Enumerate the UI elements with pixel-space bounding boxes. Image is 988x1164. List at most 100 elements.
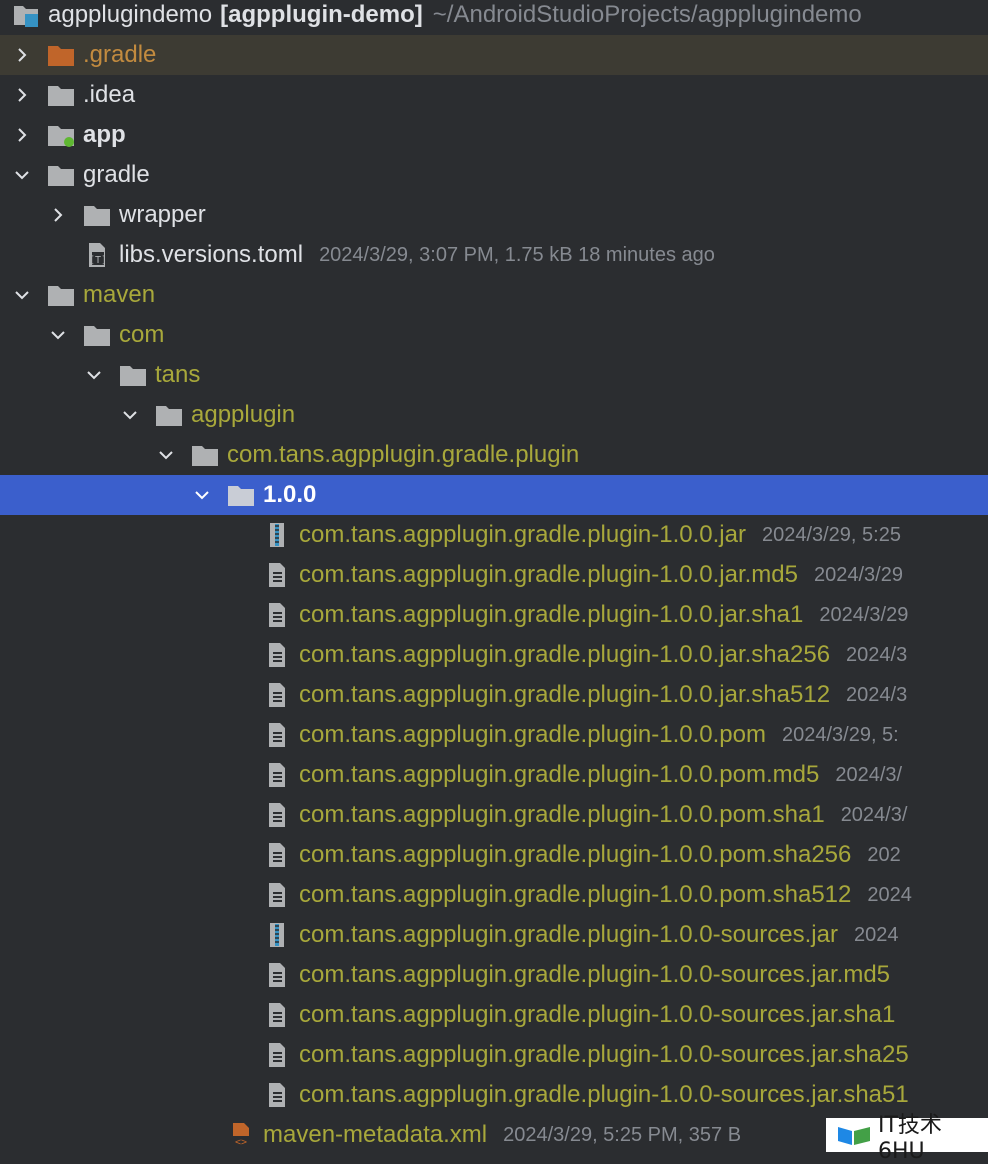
project-name: agpplugindemo [48,1,213,28]
folder-icon [191,442,219,468]
project-module: [agpplugin-demo] [220,1,423,28]
module-name: app [83,121,126,148]
chevron-right-icon[interactable] [11,44,33,66]
file-name: com.tans.agpplugin.gradle.plugin-1.0.0.j… [299,521,746,548]
file-meta: 2024 [853,923,899,946]
tree-row-file[interactable]: com.tans.agpplugin.gradle.plugin-1.0.0.p… [0,755,988,795]
tree-row-file[interactable]: com.tans.agpplugin.gradle.plugin-1.0.0-s… [0,955,988,995]
text-file-icon [263,682,291,708]
file-name: com.tans.agpplugin.gradle.plugin-1.0.0.p… [299,721,766,748]
file-name: com.tans.agpplugin.gradle.plugin-1.0.0-s… [299,1001,896,1028]
folder-name: tans [155,361,201,388]
file-name: com.tans.agpplugin.gradle.plugin-1.0.0-s… [299,1041,909,1068]
file-name: libs.versions.toml [119,241,304,268]
folder-icon [119,362,147,388]
chevron-right-icon[interactable] [11,124,33,146]
folder-name: com [119,321,165,348]
tree-row-wrapper[interactable]: wrapper [0,195,988,235]
file-meta: 2024/3/ [840,803,908,826]
file-name: com.tans.agpplugin.gradle.plugin-1.0.0-s… [299,1081,909,1108]
folder-name: gradle [83,161,150,188]
tree-row-file[interactable]: com.tans.agpplugin.gradle.plugin-1.0.0.p… [0,875,988,915]
tree-row-com[interactable]: com [0,315,988,355]
folder-name: .idea [83,81,136,108]
tree-row-file[interactable]: com.tans.agpplugin.gradle.plugin-1.0.0-s… [0,995,988,1035]
text-file-icon [263,762,291,788]
folder-name: wrapper [119,201,206,228]
file-name: com.tans.agpplugin.gradle.plugin-1.0.0.p… [299,801,825,828]
tree-row-project-root[interactable]: agpplugindemo [agpplugin-demo] ~/Android… [0,0,988,35]
folder-name: maven [83,281,156,308]
folder-icon [83,322,111,348]
jar-icon [263,522,291,548]
chevron-right-icon[interactable] [47,204,69,226]
watermark-text: IT技术6HU [878,1112,942,1164]
chevron-down-icon[interactable] [83,364,105,386]
tree-row-file[interactable]: com.tans.agpplugin.gradle.plugin-1.0.0-s… [0,915,988,955]
text-file-icon [263,802,291,828]
file-name: com.tans.agpplugin.gradle.plugin-1.0.0.p… [299,881,852,908]
folder-icon [47,82,75,108]
folder-icon [227,482,255,508]
folder-icon [47,282,75,308]
folder-icon [83,202,111,228]
project-folder-icon [12,2,40,28]
file-meta: 2024/3/29, 3:07 PM, 1.75 kB 18 minutes a… [319,243,715,266]
tree-row-app[interactable]: app [0,115,988,155]
chevron-down-icon[interactable] [11,284,33,306]
tree-row-plugin-package[interactable]: com.tans.agpplugin.gradle.plugin [0,435,988,475]
file-meta: 202 [867,843,901,866]
tree-row-file[interactable]: com.tans.agpplugin.gradle.plugin-1.0.0.j… [0,635,988,675]
tree-row-file[interactable]: com.tans.agpplugin.gradle.plugin-1.0.0.p… [0,795,988,835]
tree-row-version-selected[interactable]: 1.0.0 [0,475,988,515]
tree-row-libs-versions[interactable]: [T] libs.versions.toml 2024/3/29, 3:07 P… [0,235,988,275]
folder-name: com.tans.agpplugin.gradle.plugin [227,441,580,468]
folder-icon [47,42,75,68]
tree-row-file[interactable]: com.tans.agpplugin.gradle.plugin-1.0.0.p… [0,715,988,755]
text-file-icon [263,1042,291,1068]
file-meta: 2024/3 [846,643,908,666]
file-name: com.tans.agpplugin.gradle.plugin-1.0.0-s… [299,921,838,948]
jar-icon [263,922,291,948]
file-name: com.tans.agpplugin.gradle.plugin-1.0.0.j… [299,641,831,668]
chevron-right-icon[interactable] [11,84,33,106]
tree-row-file[interactable]: com.tans.agpplugin.gradle.plugin-1.0.0.j… [0,675,988,715]
tree-row-file[interactable]: com.tans.agpplugin.gradle.plugin-1.0.0.j… [0,595,988,635]
file-name: com.tans.agpplugin.gradle.plugin-1.0.0.p… [299,841,852,868]
tree-row-maven[interactable]: maven [0,275,988,315]
text-file-icon [263,562,291,588]
file-name: com.tans.agpplugin.gradle.plugin-1.0.0.j… [299,681,831,708]
tree-row-idea[interactable]: .idea [0,75,988,115]
text-file-icon [263,602,291,628]
tree-row-file[interactable]: com.tans.agpplugin.gradle.plugin-1.0.0.j… [0,515,988,555]
tree-row-tans[interactable]: tans [0,355,988,395]
tree-row-file[interactable]: com.tans.agpplugin.gradle.plugin-1.0.0-s… [0,1075,988,1115]
text-file-icon [263,842,291,868]
file-meta: 2024/3 [846,683,908,706]
chevron-down-icon[interactable] [191,484,213,506]
file-meta: 2024/3/29, 5:25 [761,523,901,546]
text-file-icon [263,642,291,668]
tree-row-dot-gradle[interactable]: .gradle [0,35,988,75]
file-name: com.tans.agpplugin.gradle.plugin-1.0.0.j… [299,601,804,628]
tree-row-gradle[interactable]: gradle [0,155,988,195]
tree-row-file[interactable]: com.tans.agpplugin.gradle.plugin-1.0.0-s… [0,1035,988,1075]
chevron-down-icon[interactable] [119,404,141,426]
module-folder-icon [47,122,75,148]
text-file-icon [263,722,291,748]
tree-row-file[interactable]: com.tans.agpplugin.gradle.plugin-1.0.0.j… [0,555,988,595]
chevron-down-icon[interactable] [11,164,33,186]
chevron-down-icon[interactable] [47,324,69,346]
file-meta: 2024/3/29 [813,563,903,586]
file-meta: 2024/3/29, 5: [781,723,899,746]
file-meta: 2024/3/ [835,763,903,786]
tree-row-file[interactable]: com.tans.agpplugin.gradle.plugin-1.0.0.p… [0,835,988,875]
text-file-icon [263,1082,291,1108]
folder-name: agpplugin [191,401,296,428]
project-path: ~/AndroidStudioProjects/agpplugindemo [432,1,862,28]
folder-name: 1.0.0 [263,481,317,508]
chevron-down-icon[interactable] [155,444,177,466]
folder-icon [47,162,75,188]
tree-row-agpplugin[interactable]: agpplugin [0,395,988,435]
folder-icon [155,402,183,428]
